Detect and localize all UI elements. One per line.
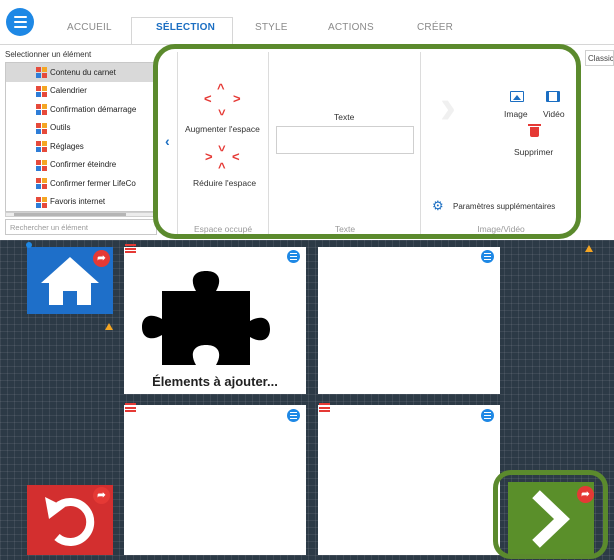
element-icon	[36, 67, 47, 78]
empty-tile[interactable]	[318, 247, 500, 394]
list-item-label: Confirmer éteindre	[50, 160, 117, 170]
puzzle-tile[interactable]: Élements à ajouter...	[124, 247, 306, 394]
empty-tile[interactable]	[124, 405, 306, 555]
element-icon	[36, 141, 47, 152]
element-icon	[36, 196, 47, 208]
tab-style[interactable]: STYLE	[255, 22, 288, 33]
list-item-label: Confirmation démarrage	[50, 104, 137, 114]
list-item-label: Outils	[50, 123, 71, 133]
horizontal-scrollbar[interactable]	[5, 212, 157, 217]
list-item[interactable]: Confirmation démarrage	[6, 100, 156, 119]
list-item[interactable]: Calendrier	[6, 82, 156, 101]
tile-menu-icon[interactable]	[287, 250, 300, 263]
list-item[interactable]: Favoris internet	[6, 193, 156, 212]
element-list-title: Selectionner un élément	[5, 50, 92, 59]
link-badge-icon[interactable]: ➦	[93, 487, 110, 504]
list-item[interactable]: Outils	[6, 119, 156, 138]
element-list-panel: Selectionner un élément Contenu du carne…	[0, 44, 160, 240]
tile-menu-icon[interactable]	[481, 409, 494, 422]
link-badge-icon[interactable]: ➦	[93, 250, 110, 267]
anchor-dot	[26, 242, 32, 248]
element-search-input[interactable]: Rechercher un élément	[5, 219, 157, 235]
warning-icon	[585, 245, 593, 252]
puzzle-piece-icon	[142, 271, 270, 365]
list-item-label: Contenu du carnet	[50, 67, 116, 77]
scrollbar-thumb[interactable]	[14, 213, 126, 216]
tile-menu-icon[interactable]	[287, 409, 300, 422]
tab-actions[interactable]: ACTIONS	[328, 22, 374, 33]
list-item-label: Favoris internet	[50, 197, 106, 207]
tab-creer[interactable]: CRÉER	[417, 22, 453, 33]
element-icon	[36, 178, 47, 189]
warning-icon	[105, 323, 113, 330]
next-highlight-frame	[493, 470, 608, 559]
element-list[interactable]: Contenu du carnet Calendrier Confirmatio…	[5, 62, 157, 212]
list-item[interactable]: Contenu du carnet	[6, 63, 156, 82]
empty-tile[interactable]	[318, 405, 500, 555]
tile-lines-icon[interactable]	[319, 403, 330, 412]
element-icon	[36, 104, 47, 115]
puzzle-caption: Élements à ajouter...	[152, 374, 278, 389]
tile-lines-icon[interactable]	[125, 403, 136, 412]
element-icon	[36, 85, 47, 97]
ribbon-highlight-frame	[153, 44, 581, 239]
element-icon	[36, 159, 47, 171]
style-dropdown[interactable]: Classic	[585, 50, 614, 66]
app-window: ACCUEIL SÉLECTION STYLE ACTIONS CRÉER Se…	[0, 0, 614, 560]
tile-lines-icon[interactable]	[125, 244, 136, 253]
list-item[interactable]: Confirmer fermer LifeCo	[6, 174, 156, 193]
tile-menu-icon[interactable]	[481, 250, 494, 263]
tab-selection[interactable]: SÉLECTION	[156, 22, 215, 33]
list-item[interactable]: Confirmer éteindre	[6, 156, 156, 175]
list-item[interactable]: Réglages	[6, 137, 156, 156]
list-item-label: Confirmer fermer LifeCo	[50, 178, 136, 188]
list-item-label: Réglages	[50, 141, 84, 151]
element-icon	[36, 122, 47, 134]
list-item-label: Calendrier	[50, 86, 87, 96]
hamburger-icon[interactable]	[6, 8, 34, 36]
ribbon-tab-bar: ACCUEIL SÉLECTION STYLE ACTIONS CRÉER	[0, 0, 614, 45]
tab-accueil[interactable]: ACCUEIL	[67, 22, 112, 33]
